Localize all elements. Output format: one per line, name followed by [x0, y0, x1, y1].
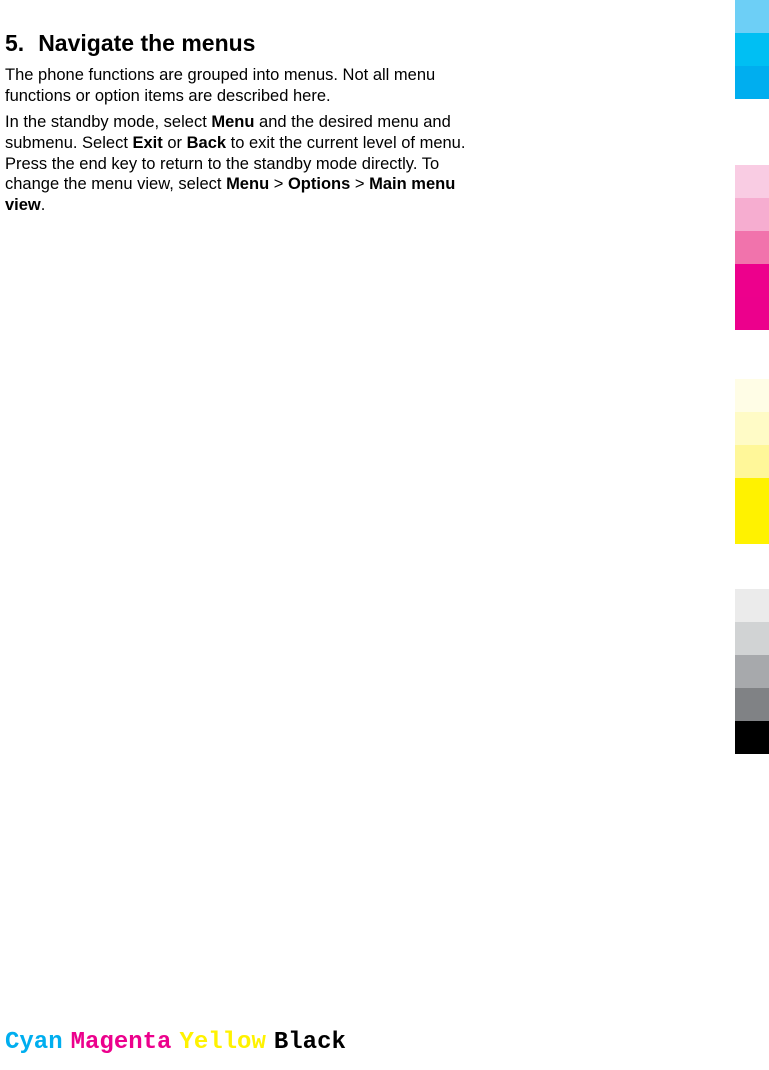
- p2-bold-options: Options: [288, 175, 350, 193]
- cyan-label: Cyan: [5, 1029, 63, 1056]
- magenta-swatch-3: [735, 231, 769, 264]
- section-title: Navigate the menus: [38, 30, 255, 56]
- cyan-swatch-1: [735, 0, 769, 33]
- yellow-color-strip: [735, 379, 769, 544]
- cyan-swatch-3: [735, 66, 769, 99]
- magenta-label: Magenta: [71, 1029, 172, 1056]
- cyan-swatch-2: [735, 33, 769, 66]
- yellow-swatch-4: [735, 478, 769, 511]
- cyan-color-strip: [735, 0, 769, 99]
- p2-text-1: In the standby mode, select: [5, 113, 211, 131]
- yellow-swatch-5: [735, 511, 769, 544]
- p2-bold-menu-2: Menu: [226, 175, 269, 193]
- page-content: 5. Navigate the menus The phone functions…: [0, 0, 470, 215]
- magenta-swatch-1: [735, 165, 769, 198]
- p2-text-6: >: [350, 175, 369, 193]
- magenta-color-strip: [735, 165, 769, 330]
- black-swatch-2: [735, 622, 769, 655]
- paragraph-1: The phone functions are grouped into men…: [5, 65, 470, 106]
- black-swatch-5: [735, 721, 769, 754]
- p2-bold-back: Back: [187, 134, 226, 152]
- paragraph-2: In the standby mode, select Menu and the…: [5, 112, 470, 215]
- black-swatch-4: [735, 688, 769, 721]
- yellow-swatch-2: [735, 412, 769, 445]
- magenta-swatch-5: [735, 297, 769, 330]
- black-label: Black: [274, 1029, 346, 1056]
- p2-text-7: .: [41, 196, 46, 214]
- p2-text-3: or: [163, 134, 187, 152]
- black-color-strip: [735, 589, 769, 754]
- section-number: 5.: [5, 30, 24, 57]
- footer-color-labels: Cyan Magenta Yellow Black: [5, 1029, 354, 1056]
- p2-text-5: >: [269, 175, 288, 193]
- section-heading: 5. Navigate the menus: [5, 30, 470, 57]
- p2-bold-menu-1: Menu: [211, 113, 254, 131]
- yellow-label: Yellow: [179, 1029, 265, 1056]
- yellow-swatch-3: [735, 445, 769, 478]
- black-swatch-3: [735, 655, 769, 688]
- yellow-swatch-1: [735, 379, 769, 412]
- magenta-swatch-4: [735, 264, 769, 297]
- p2-bold-exit: Exit: [133, 134, 163, 152]
- black-swatch-1: [735, 589, 769, 622]
- magenta-swatch-2: [735, 198, 769, 231]
